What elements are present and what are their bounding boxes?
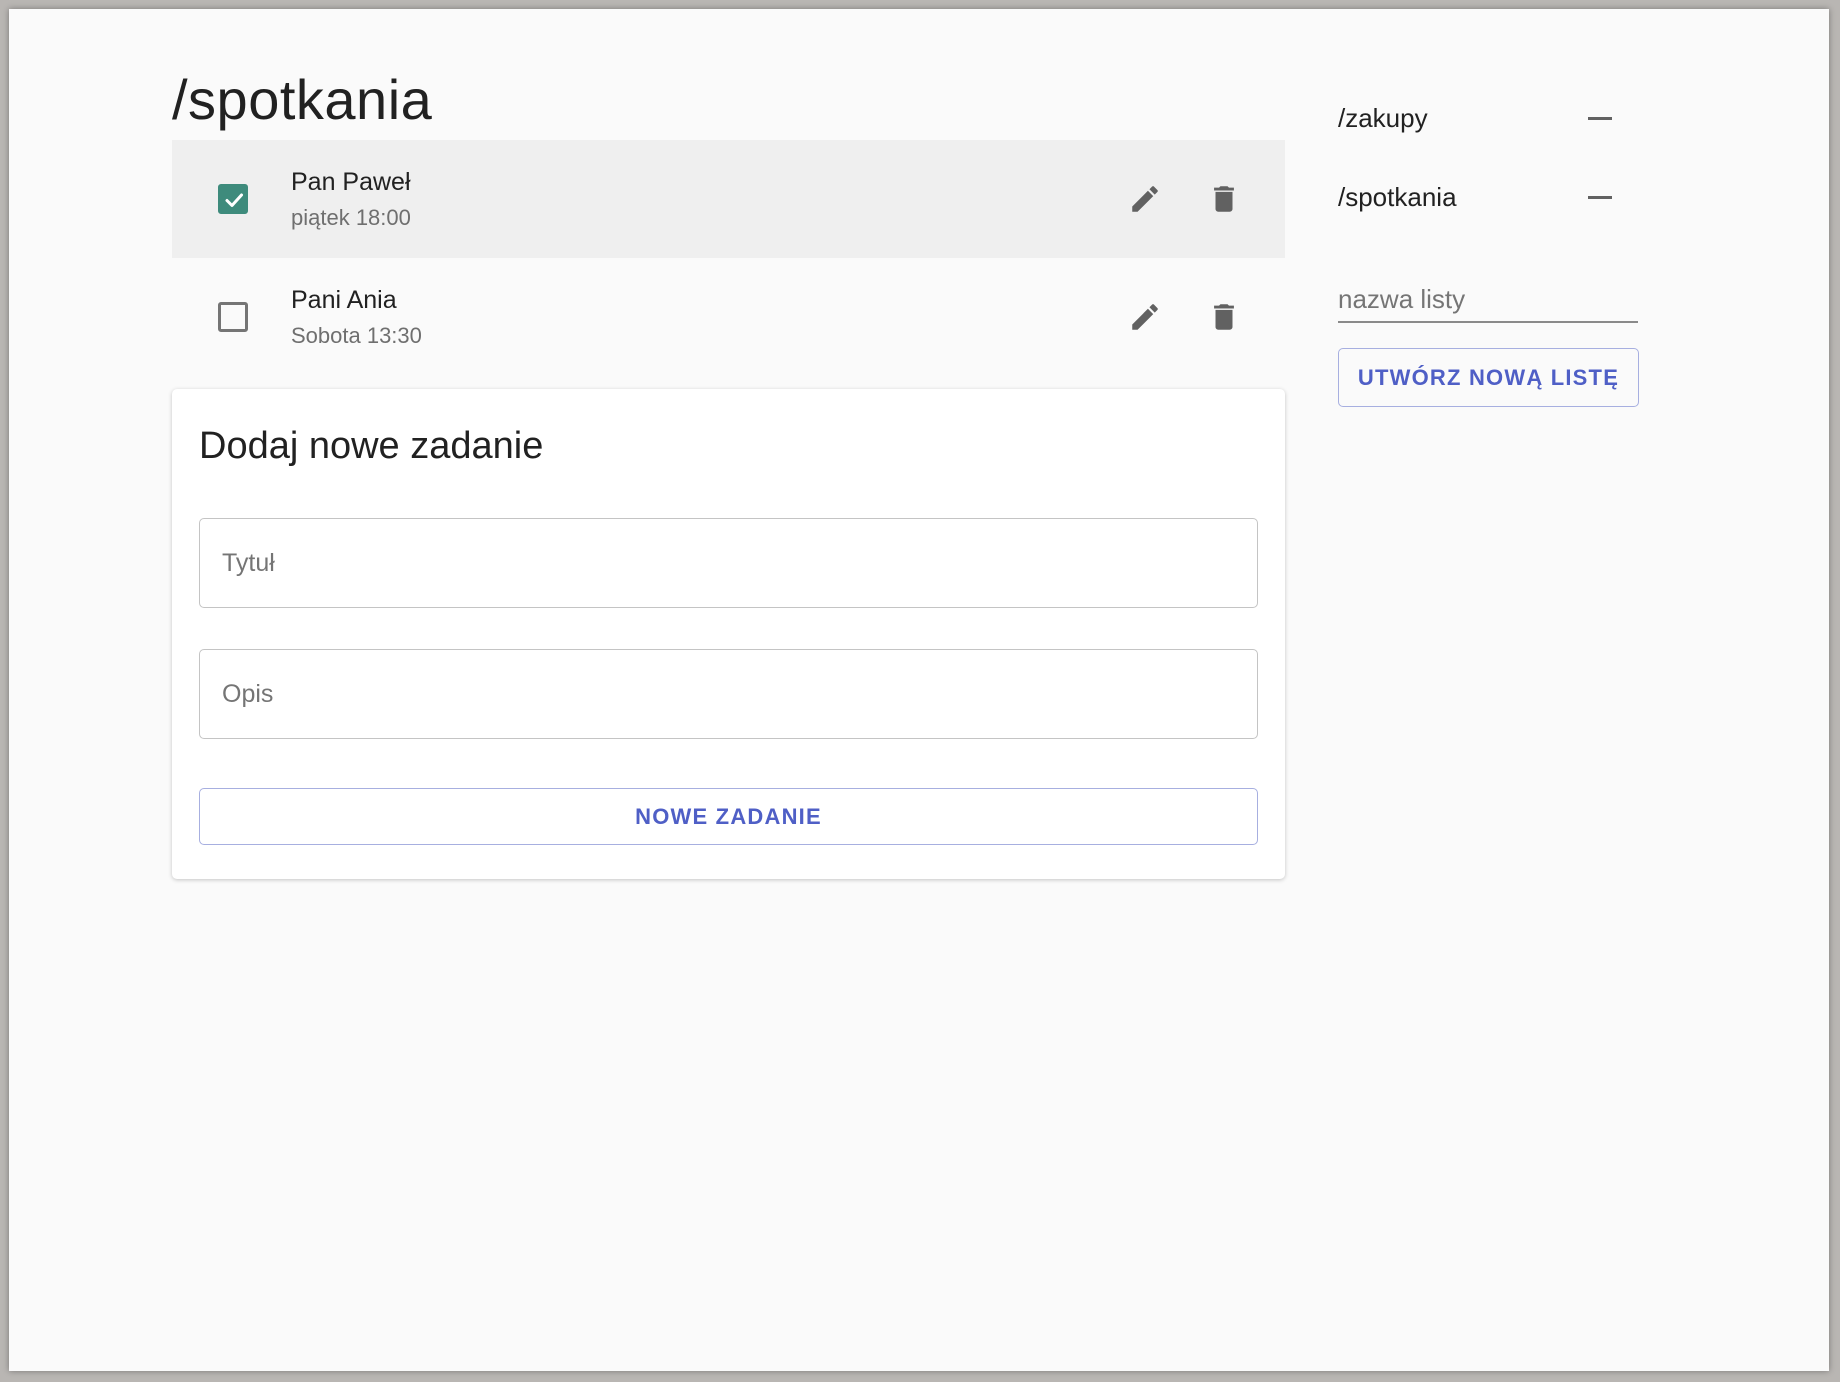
task-subtitle: piątek 18:00 [291, 205, 411, 230]
task-checkbox[interactable] [218, 302, 248, 332]
task-text: Pan Paweł piątek 18:00 [291, 167, 411, 231]
pencil-icon [1132, 186, 1158, 212]
page-title: /spotkania [172, 68, 433, 131]
checkmark-icon [225, 193, 243, 207]
edit-button[interactable] [1119, 291, 1171, 343]
sidebar-item-spotkania[interactable]: /spotkania [1338, 178, 1638, 218]
trash-icon [1214, 186, 1234, 212]
task-title-input[interactable] [199, 518, 1258, 608]
task-list: Pan Paweł piątek 18:00 Pani Ania Sobota … [172, 140, 1285, 376]
list-label: /zakupy [1338, 103, 1428, 133]
task-text: Pani Ania Sobota 13:30 [291, 285, 422, 349]
trash-icon [1214, 304, 1234, 330]
task-title: Pani Ania [291, 286, 397, 314]
new-task-card: Dodaj nowe zadanie NOWE ZADANIE [172, 389, 1285, 879]
create-list-button[interactable]: UTWÓRZ NOWĄ LISTĘ [1338, 348, 1639, 407]
task-description-input[interactable] [199, 649, 1258, 739]
edit-button[interactable] [1119, 173, 1171, 225]
task-row[interactable]: Pani Ania Sobota 13:30 [172, 258, 1285, 376]
list-label: /spotkania [1338, 182, 1457, 212]
app-window: /spotkania Pan Paweł piątek 18:00 Pani A… [9, 9, 1829, 1371]
delete-button[interactable] [1198, 291, 1250, 343]
task-title: Pan Paweł [291, 168, 411, 196]
new-task-heading: Dodaj nowe zadanie [199, 425, 544, 467]
pencil-icon [1132, 304, 1158, 330]
sidebar-item-zakupy[interactable]: /zakupy [1338, 99, 1638, 139]
minus-icon[interactable] [1588, 117, 1612, 120]
list-name-input[interactable] [1338, 277, 1638, 323]
minus-icon[interactable] [1588, 196, 1612, 199]
delete-button[interactable] [1198, 173, 1250, 225]
task-row[interactable]: Pan Paweł piątek 18:00 [172, 140, 1285, 258]
task-subtitle: Sobota 13:30 [291, 323, 422, 348]
new-task-button[interactable]: NOWE ZADANIE [199, 788, 1258, 845]
task-checkbox[interactable] [218, 184, 248, 214]
